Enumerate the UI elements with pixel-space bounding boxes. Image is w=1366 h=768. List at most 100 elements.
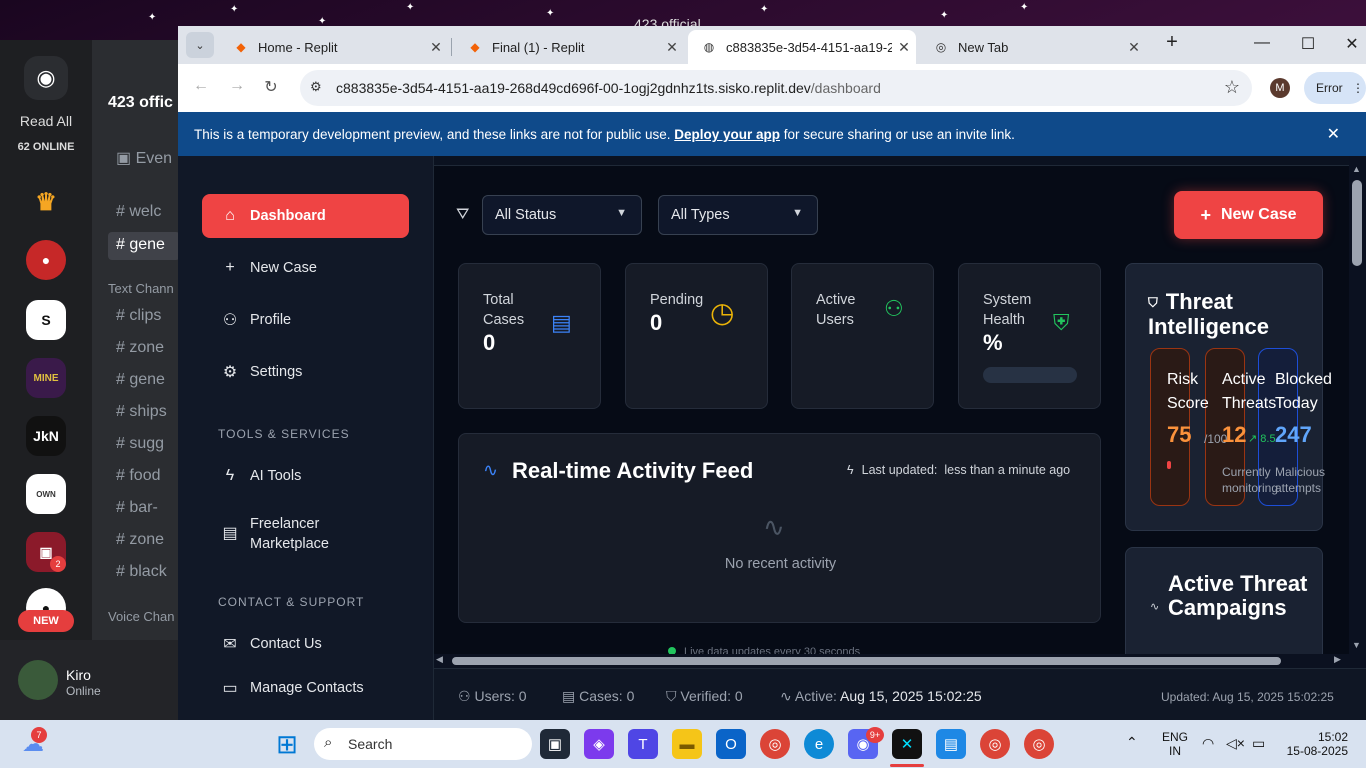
chrome-profile-icon[interactable]: ◎ <box>980 729 1010 759</box>
sidebar-item-profile[interactable]: ⚇ Profile <box>202 298 409 342</box>
task-view-icon[interactable]: ▣ <box>540 729 570 759</box>
error-button[interactable]: Error ⋮ <box>1304 72 1366 104</box>
error-label: Error <box>1316 81 1343 95</box>
sidebar-item-dashboard[interactable]: ⌂ Dashboard <box>202 194 409 238</box>
active-threats-label: Active Threats <box>1222 371 1277 412</box>
guild-name[interactable]: 423 offic <box>92 80 180 126</box>
maximize-icon[interactable]: ☐ <box>1296 34 1320 54</box>
types-select[interactable]: All Types ▼ <box>658 195 818 235</box>
battery-icon[interactable]: ▭ <box>1252 735 1265 752</box>
tab-final-replit[interactable]: ◆ Final (1) - Replit ✕ <box>454 30 684 64</box>
tab-search-chevron-icon[interactable]: ⌄ <box>186 32 214 58</box>
region-text: IN <box>1169 744 1181 758</box>
notepad-icon[interactable]: ▤ <box>936 729 966 759</box>
sidebar-item-new-case[interactable]: + New Case <box>202 246 409 290</box>
server-crown-icon[interactable]: ♛ <box>26 182 66 222</box>
new-case-button[interactable]: + New Case <box>1174 191 1323 239</box>
sidebar-item-manage-contacts[interactable]: ▭ Manage Contacts <box>202 666 409 710</box>
voice-channels-category[interactable]: Voice Chan <box>108 609 180 624</box>
chrome-profile-2-icon[interactable]: ◎ <box>1024 729 1054 759</box>
read-all-link[interactable]: Read All <box>0 113 92 129</box>
scroll-down-icon[interactable]: ▼ <box>1352 640 1361 650</box>
channel-item[interactable]: # black <box>116 563 180 581</box>
stat-card-pending: Pending 0 ◷ <box>625 263 768 409</box>
scroll-left-icon[interactable]: ◀ <box>436 654 443 665</box>
app-x-icon[interactable]: ✕ <box>892 729 922 759</box>
outlook-icon[interactable]: O <box>716 729 746 759</box>
back-arrow-icon[interactable]: ← <box>190 77 212 95</box>
channel-item[interactable]: # clips <box>116 307 180 325</box>
sidebar-item-label: Manage Contacts <box>250 680 364 696</box>
scroll-thumb[interactable] <box>1352 180 1362 266</box>
clock-date: 15-08-2025 <box>1286 744 1348 758</box>
taskbar-search[interactable]: ⌕ Search <box>314 728 532 760</box>
sidebar-item-freelancer[interactable]: ▤ Freelancer Marketplace <box>202 508 409 560</box>
new-tab-plus-icon[interactable]: + <box>1160 31 1184 54</box>
shield-icon: ⛉ <box>1148 295 1158 311</box>
url-omnibox[interactable]: ⚙ c883835e-3d54-4151-aa19-268d49cd696f-0… <box>300 70 1252 106</box>
online-count: 62 ONLINE <box>17 141 75 153</box>
tab-new-tab[interactable]: ◎ New Tab ✕ <box>920 30 1146 64</box>
channel-welcome[interactable]: # welc <box>116 203 180 221</box>
close-icon[interactable]: ✕ <box>424 39 448 56</box>
chrome-icon[interactable]: ◎ <box>760 729 790 759</box>
tab-home-replit[interactable]: ◆ Home - Replit ✕ <box>220 30 448 64</box>
server-squarespace-icon[interactable]: S <box>26 300 66 340</box>
sidebar-item-ai-tools[interactable]: ϟ AI Tools <box>202 454 409 498</box>
minimize-icon[interactable]: — <box>1250 34 1274 52</box>
site-settings-icon[interactable]: ⚙ <box>310 79 322 95</box>
status-select[interactable]: All Status ▼ <box>482 195 642 235</box>
stat-card-system-health: System Health % ⛨ <box>958 263 1101 409</box>
banner-close-icon[interactable]: ✕ <box>1327 124 1340 144</box>
scroll-thumb[interactable] <box>452 657 1281 665</box>
horizontal-scrollbar[interactable]: ◀ ▶ <box>434 654 1349 668</box>
avatar[interactable] <box>18 660 58 700</box>
channel-events[interactable]: ▣ Even <box>116 148 180 168</box>
scroll-right-icon[interactable]: ▶ <box>1334 654 1341 665</box>
wifi-icon[interactable]: ◠ <box>1202 735 1214 752</box>
scroll-up-icon[interactable]: ▲ <box>1352 164 1361 174</box>
copilot-icon[interactable]: ◈ <box>584 729 614 759</box>
deploy-app-link[interactable]: Deploy your app <box>674 127 780 142</box>
sidebar-item-contact-us[interactable]: ✉ Contact Us <box>202 622 409 666</box>
channel-general-selected[interactable]: # gene <box>108 232 180 260</box>
tab-label: Home - Replit <box>258 39 338 55</box>
weather-badge: 7 <box>31 727 47 743</box>
windows-taskbar: ☁ 7 ⊞ ⌕ Search ▣ ◈ T ▬ O ◎ e ◉ 9+ ✕ ▤ ◎ … <box>0 720 1366 768</box>
clock[interactable]: 15:02 15-08-2025 <box>1286 730 1348 758</box>
close-icon[interactable]: ✕ <box>660 39 684 56</box>
sidebar-item-label: AI Tools <box>250 468 302 484</box>
forward-arrow-icon[interactable]: → <box>226 77 248 95</box>
close-icon[interactable]: ✕ <box>892 39 916 56</box>
banner-text: This is a temporary development preview,… <box>194 127 1015 142</box>
server-jkn-icon[interactable]: JkN <box>26 416 66 456</box>
server-mine-grove-icon[interactable]: MINE <box>26 358 66 398</box>
vertical-scrollbar[interactable]: ▲ ▼ <box>1349 156 1366 680</box>
language-indicator[interactable]: ENG IN <box>1160 730 1190 758</box>
channel-item[interactable]: # food <box>116 467 180 485</box>
profile-avatar[interactable]: M <box>1270 78 1290 98</box>
channel-item[interactable]: # zone <box>116 339 180 357</box>
channel-item[interactable]: # ships <box>116 403 180 421</box>
window-close-icon[interactable]: ✕ <box>1340 34 1364 54</box>
channel-item[interactable]: # gene <box>116 371 180 389</box>
edge-icon[interactable]: e <box>804 729 834 759</box>
channel-item[interactable]: # bar- <box>116 499 180 517</box>
chevron-up-icon[interactable]: ⌃ <box>1126 734 1138 751</box>
text-channels-category[interactable]: Text Chann <box>108 281 180 296</box>
discord-home-icon[interactable]: ◉ <box>24 56 68 100</box>
plus-icon: + <box>1200 204 1211 225</box>
channel-item[interactable]: # sugg <box>116 435 180 453</box>
windows-start-icon[interactable]: ⊞ <box>272 729 302 759</box>
teams-icon[interactable]: T <box>628 729 658 759</box>
file-explorer-icon[interactable]: ▬ <box>672 729 702 759</box>
volume-muted-icon[interactable]: ◁× <box>1226 735 1245 752</box>
close-icon[interactable]: ✕ <box>1122 39 1146 56</box>
sidebar-item-settings[interactable]: ⚙ Settings <box>202 350 409 394</box>
tab-dashboard-active[interactable]: ◍ c883835e-3d54-4151-aa19-268d ✕ <box>688 30 916 64</box>
reload-icon[interactable]: ↻ <box>260 77 282 97</box>
channel-item[interactable]: # zone <box>116 531 180 549</box>
server-planet-icon[interactable]: ● <box>26 240 66 280</box>
server-owners-icon[interactable]: OWN <box>26 474 66 514</box>
bookmark-star-icon[interactable]: ☆ <box>1224 77 1240 98</box>
